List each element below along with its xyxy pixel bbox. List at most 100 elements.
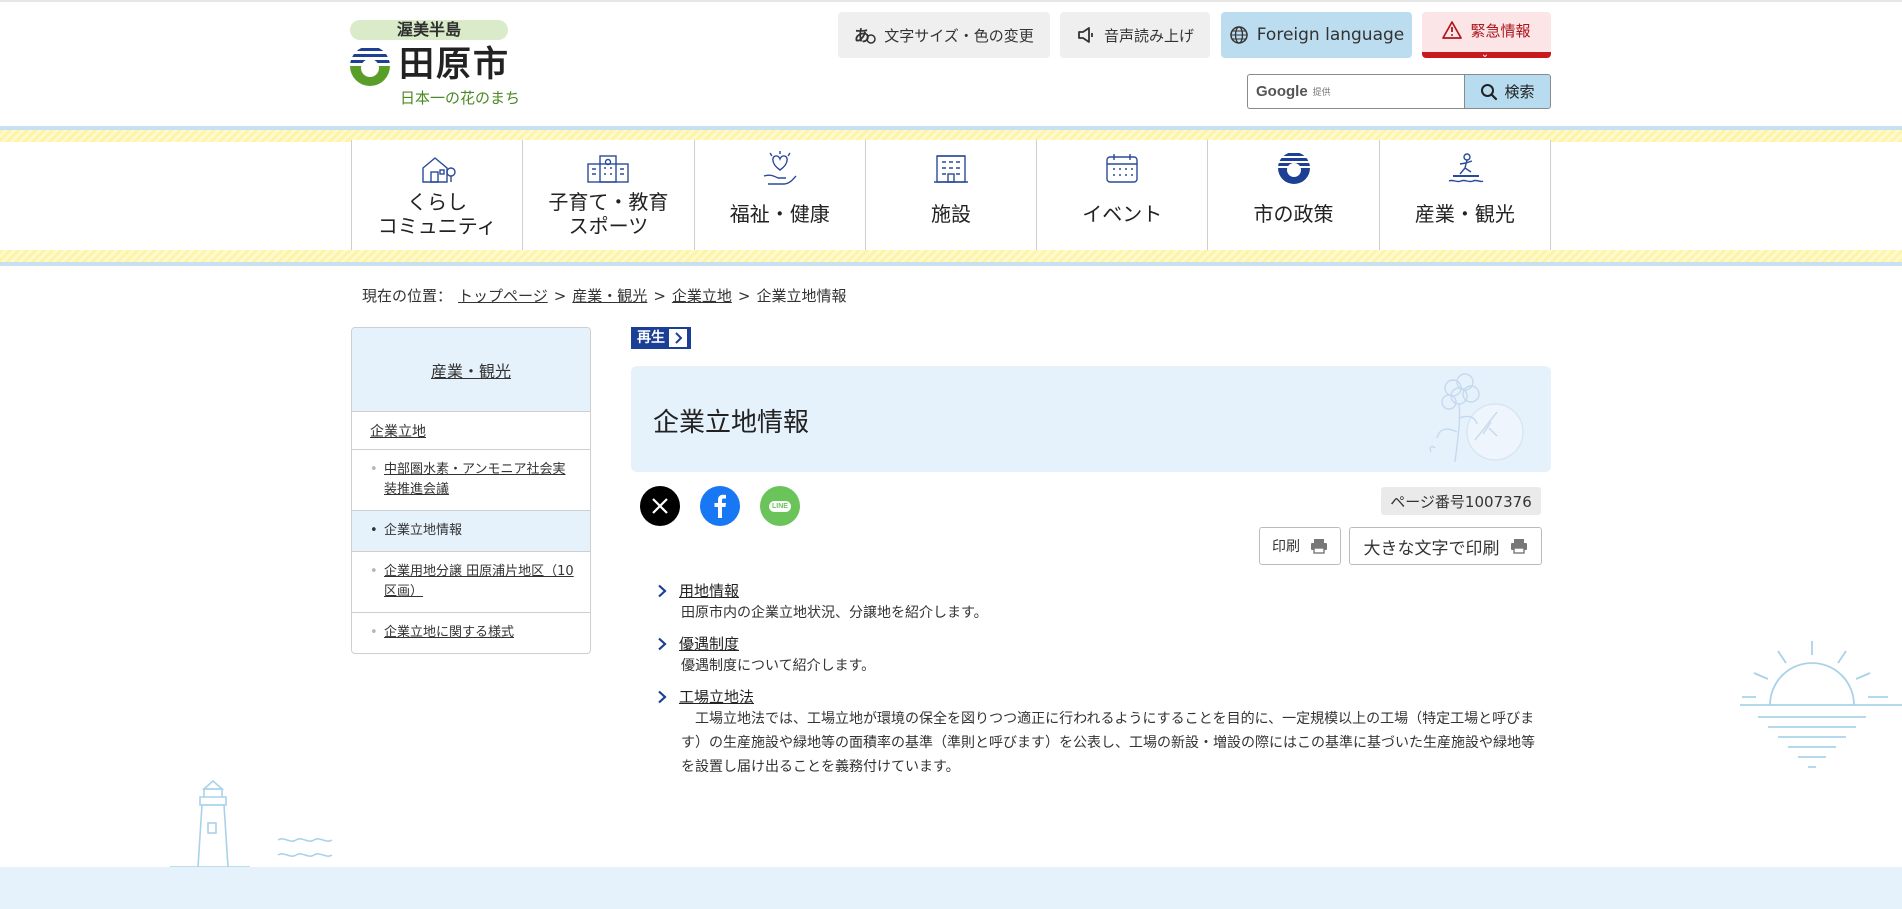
- site-logo[interactable]: 渥美半島 田原市 日本一の花のまち: [350, 18, 540, 113]
- sidebar-section-link[interactable]: 企業立地: [352, 412, 590, 450]
- nav-stripe-bottom: [0, 250, 1902, 266]
- google-label: Google: [1256, 83, 1308, 100]
- breadcrumb-separator: >: [553, 286, 567, 305]
- bullet-icon: •: [370, 564, 378, 579]
- logo-city-name: 田原市: [399, 45, 511, 85]
- nav-label: 施設: [930, 202, 971, 226]
- nav-item-sangyo[interactable]: 産業・観光: [1380, 140, 1551, 250]
- page-title: 企業立地情報: [653, 408, 810, 438]
- sidebar-item-label: 中部圏水素・アンモニア社会実装推進会議: [384, 462, 566, 497]
- surfer-icon: [1448, 153, 1484, 183]
- footer-band: [0, 867, 1902, 909]
- sunset-illustration: [1740, 641, 1902, 768]
- print-label: 印刷: [1272, 539, 1300, 555]
- breadcrumb-link-top[interactable]: トップページ: [458, 285, 548, 306]
- page-title-box: 企業立地情報: [631, 366, 1551, 472]
- nav-item-fukushi[interactable]: 福祉・健康: [695, 140, 866, 250]
- warning-icon: [1442, 21, 1463, 39]
- chevron-down-icon: ⌄: [1480, 49, 1490, 60]
- page-number: ページ番号1007376: [1381, 487, 1541, 515]
- globe-icon: [1230, 26, 1248, 44]
- bullet-icon: •: [370, 625, 378, 640]
- sidebar-item-label: 企業立地情報: [384, 523, 463, 538]
- breadcrumb-current: 企業立地情報: [756, 287, 847, 305]
- emergency-info-label: 緊急情報: [1470, 21, 1531, 40]
- share-buttons: LINE: [640, 486, 800, 526]
- voice-reading-button[interactable]: 音声読み上げ: [1060, 12, 1210, 58]
- text-size-color-label: 文字サイズ・色の変更: [884, 26, 1034, 45]
- chevron-right-icon: [658, 637, 667, 650]
- house-icon: [422, 157, 456, 183]
- calendar-icon: [1106, 154, 1138, 183]
- breadcrumb-link-sangyo[interactable]: 産業・観光: [572, 285, 647, 306]
- list-item: 用地情報 田原市内の企業立地状況、分譲地を紹介します。: [655, 580, 1535, 625]
- sidebar-item-hydrogen[interactable]: • 中部圏水素・アンモニア社会実装推進会議: [352, 450, 590, 511]
- sidebar-heading[interactable]: 産業・観光: [352, 328, 590, 412]
- nav-item-kurashi[interactable]: くらし コミュニティ: [352, 140, 524, 250]
- breadcrumb: 現在の位置： トップページ > 産業・観光 > 企業立地 > 企業立地情報: [362, 285, 847, 306]
- search-input[interactable]: Google 提供: [1247, 74, 1464, 109]
- building-icon: [933, 155, 968, 183]
- print-large-button[interactable]: 大きな文字で印刷: [1349, 527, 1542, 565]
- top-line: [0, 0, 1902, 2]
- nav-item-shisetsu[interactable]: 施設: [866, 140, 1038, 250]
- global-nav: くらし コミュニティ 子育て・教育 スポーツ 福祉・健康 施設 イベント 市の政…: [351, 140, 1551, 250]
- nav-label: 市の政策: [1253, 202, 1334, 226]
- link-yugu-seido[interactable]: 優遇制度: [679, 633, 739, 654]
- nav-label: 産業・観光: [1414, 202, 1515, 226]
- flower-illustration: [1429, 373, 1524, 463]
- lighthouse-illustration: [170, 779, 333, 872]
- city-emblem-icon: [350, 46, 390, 86]
- print-button[interactable]: 印刷: [1259, 527, 1341, 565]
- voice-reading-label: 音声読み上げ: [1103, 26, 1194, 45]
- foreign-language-label: Foreign language: [1256, 25, 1405, 45]
- link-description: 工場立地法では、工場立地が環境の保全を図りつつ適正に行われるようにすることを目的…: [681, 711, 1535, 775]
- nav-item-seisaku[interactable]: 市の政策: [1208, 140, 1380, 250]
- logo-tagline: 日本一の花のまち: [400, 89, 521, 107]
- printer-icon: [1510, 539, 1527, 554]
- chevron-right-icon: [658, 584, 667, 597]
- emergency-info-button[interactable]: 緊急情報 ⌄: [1422, 12, 1551, 60]
- city-emblem-icon: [1277, 152, 1310, 184]
- search-button-label: 検索: [1504, 83, 1535, 101]
- heart-hand-icon: [763, 151, 797, 185]
- nav-item-event[interactable]: イベント: [1037, 140, 1209, 250]
- breadcrumb-separator: >: [653, 286, 666, 305]
- link-description: 優遇制度について紹介します。: [681, 658, 876, 674]
- foreign-language-button[interactable]: Foreign language: [1221, 12, 1412, 58]
- search-button[interactable]: 検索: [1464, 74, 1551, 109]
- chevron-right-icon: [658, 690, 667, 703]
- text-size-color-button[interactable]: あ 文字サイズ・色の変更: [838, 12, 1050, 58]
- search-icon: [1481, 83, 1498, 100]
- site-search: Google 提供 検索: [1247, 74, 1551, 109]
- play-arrow-icon: [669, 329, 687, 347]
- facebook-share-button[interactable]: [700, 486, 740, 526]
- logo-peninsula: 渥美半島: [350, 20, 508, 40]
- sidebar-item-forms[interactable]: • 企業立地に関する様式: [352, 613, 590, 653]
- facebook-logo-icon: [714, 494, 726, 518]
- link-kojo-ricchi-ho[interactable]: 工場立地法: [679, 686, 754, 707]
- sidebar-item-land-sale[interactable]: • 企業用地分譲 田原浦片地区（10区画）: [352, 552, 590, 613]
- link-yochi-joho[interactable]: 用地情報: [679, 580, 739, 601]
- breadcrumb-separator: >: [737, 286, 751, 305]
- google-provided-label: 提供: [1312, 88, 1331, 98]
- sidebar-item-current[interactable]: • 企業立地情報: [352, 511, 590, 552]
- x-logo-icon: [652, 498, 668, 514]
- breadcrumb-link-kigyoricchi[interactable]: 企業立地: [672, 285, 732, 306]
- nav-item-kosodate[interactable]: 子育て・教育 スポーツ: [523, 140, 695, 250]
- sidebar-item-label: 企業用地分譲 田原浦片地区（10区画）: [384, 564, 574, 599]
- printer-icon: [1311, 539, 1327, 554]
- list-item: 優遇制度 優遇制度について紹介します。: [655, 633, 1535, 678]
- x-share-button[interactable]: [640, 486, 680, 526]
- line-share-button[interactable]: LINE: [760, 486, 800, 526]
- nav-label: くらし コミュニティ: [377, 190, 497, 238]
- play-label: 再生: [633, 329, 669, 347]
- text-size-icon: あ: [854, 26, 876, 45]
- bullet-icon: •: [370, 462, 378, 477]
- nav-label: イベント: [1082, 202, 1163, 226]
- print-large-label: 大きな文字で印刷: [1363, 538, 1500, 559]
- speaker-icon: [1078, 27, 1093, 43]
- link-description: 田原市内の企業立地状況、分譲地を紹介します。: [681, 605, 988, 621]
- play-audio-button[interactable]: 再生: [631, 327, 691, 349]
- list-item: 工場立地法 工場立地法では、工場立地が環境の保全を図りつつ適正に行われるようにす…: [655, 686, 1535, 779]
